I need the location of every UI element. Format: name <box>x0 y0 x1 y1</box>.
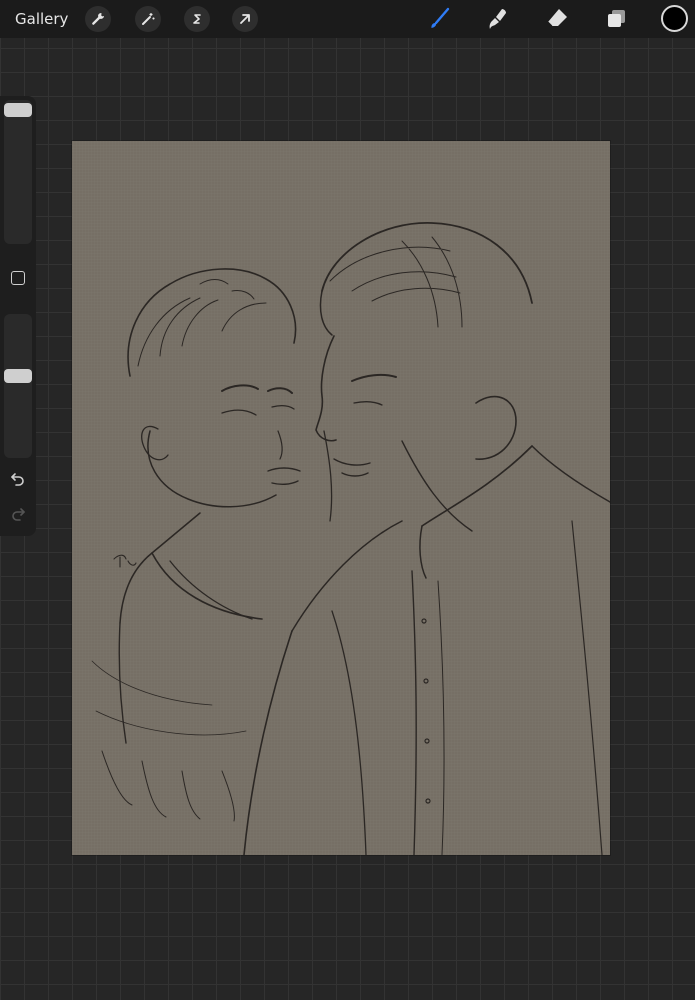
redo-icon[interactable] <box>8 505 28 523</box>
smudge-icon[interactable] <box>483 4 513 34</box>
wrench-icon[interactable] <box>85 6 111 32</box>
opacity-slider-thumb[interactable] <box>4 369 32 383</box>
top-toolbar: Gallery <box>0 0 695 38</box>
drawing-canvas[interactable] <box>72 141 610 855</box>
layers-icon[interactable] <box>601 4 631 34</box>
eraser-icon[interactable] <box>542 4 572 34</box>
magic-wand-icon[interactable] <box>135 6 161 32</box>
brush-size-slider[interactable] <box>4 100 32 244</box>
color-swatch-button[interactable] <box>661 5 688 32</box>
brush-icon[interactable] <box>424 4 454 34</box>
selection-s-icon[interactable] <box>184 6 210 32</box>
undo-icon[interactable] <box>8 470 28 488</box>
modify-button[interactable] <box>11 271 25 285</box>
opacity-slider[interactable] <box>4 314 32 458</box>
gallery-button[interactable]: Gallery <box>15 10 68 28</box>
arrow-cursor-icon[interactable] <box>232 6 258 32</box>
left-sidebar <box>0 96 36 536</box>
brush-size-slider-thumb[interactable] <box>4 103 32 117</box>
sketch-artwork <box>91 222 610 855</box>
